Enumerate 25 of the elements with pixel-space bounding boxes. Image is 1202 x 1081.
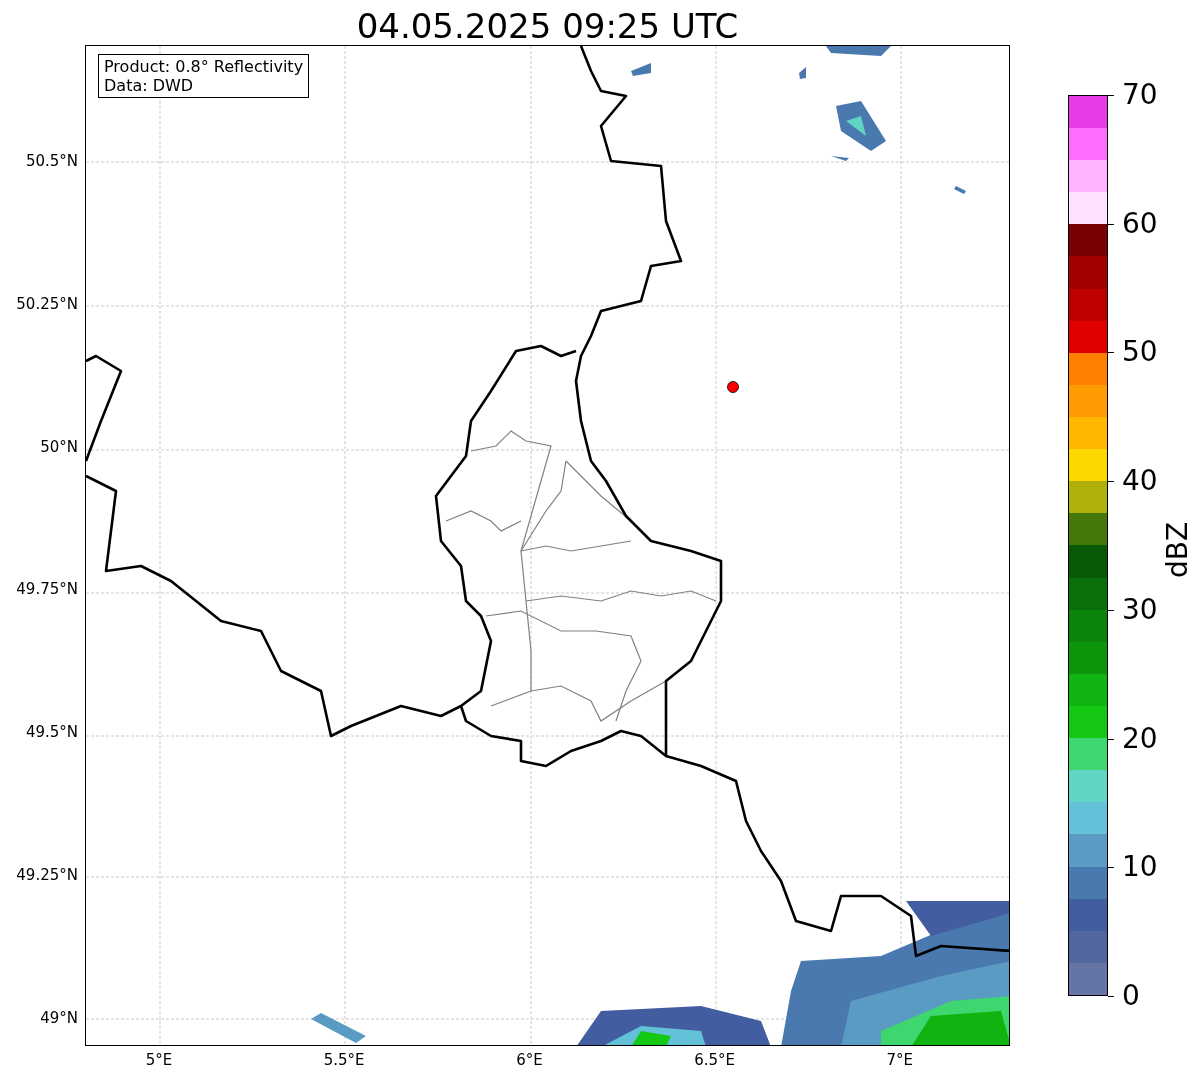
latitude-label: 50.25°N — [16, 294, 78, 313]
longitude-label: 6°E — [515, 1051, 544, 1069]
latitude-label: 50°N — [40, 437, 78, 456]
colorbar-tick-label: 30 — [1122, 593, 1158, 626]
legend-text: Product: 0.8° Reflectivity — [104, 57, 304, 76]
colorbar-tick-label: 10 — [1122, 851, 1158, 884]
colorbar-tick-label: 40 — [1122, 465, 1158, 498]
colorbar-tick-label: 0 — [1122, 980, 1140, 1012]
radar-site-marker — [727, 381, 739, 393]
chart-title: 04.05.2025 09:25 UTC — [355, 5, 740, 48]
colorbar-tick-label: 70 — [1122, 79, 1158, 111]
longitude-label: 7°E — [885, 1051, 915, 1069]
latitude-label: 49.25°N — [16, 866, 78, 884]
colorbar-tick-label: 60 — [1122, 207, 1158, 240]
colorbar-label: dBZ — [1162, 521, 1194, 579]
colorbar-tick-label: 20 — [1122, 722, 1158, 755]
latitude-label: 49.75°N — [16, 580, 78, 599]
latitude-label: 49°N — [40, 1008, 78, 1027]
latitude-label: 50.5°N — [25, 152, 78, 170]
latitude-label: 49.5°N — [25, 723, 78, 742]
longitude-label: 5.5°E — [322, 1051, 366, 1069]
longitude-label: 5°E — [144, 1051, 174, 1069]
legend-text: Data: DWD — [104, 76, 195, 95]
longitude-label: 6.5°E — [693, 1051, 736, 1069]
colorbar-tick-label: 50 — [1122, 336, 1158, 369]
